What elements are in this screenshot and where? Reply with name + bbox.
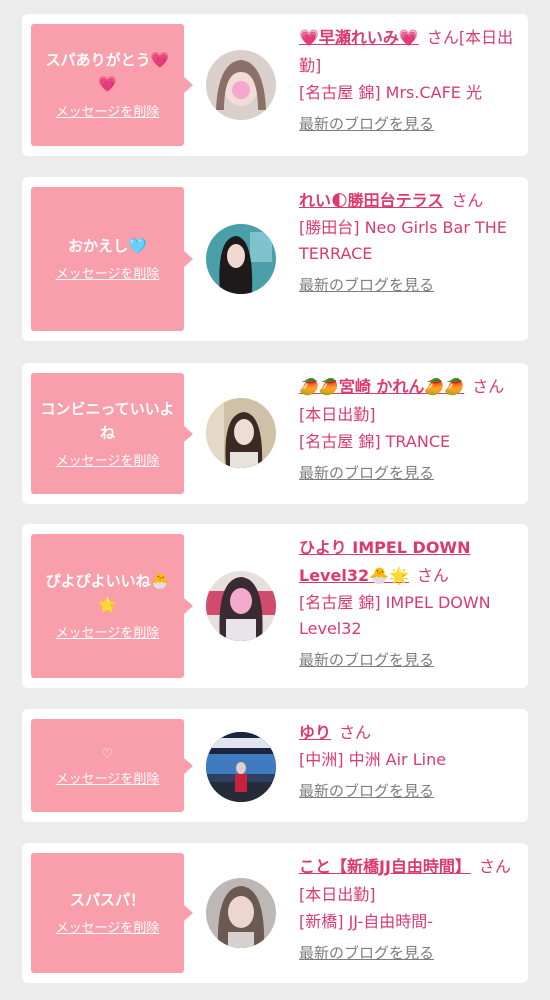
shop-location: [名古屋 錦] TRANCE (299, 432, 451, 451)
message-list: スパありがとう💗💗 メッセージを削除 💗早瀬れいみ💗 さん [本日出勤] [名古屋 … (0, 0, 550, 1000)
delete-message-link[interactable]: メッセージを削除 (56, 920, 160, 938)
message-bubble: コンビニっていいよね メッセージを削除 (31, 373, 193, 494)
message-card: おかえし🩵 メッセージを削除 れい🌓勝田台テラス さん [勝田台] Neo Gir… (22, 177, 528, 341)
avatar[interactable] (206, 398, 276, 468)
san-suffix: さん (478, 857, 511, 876)
message-text: コンビニっていいよね (40, 399, 175, 442)
message-text: スパスパ！ (69, 891, 145, 909)
photo-avatar-cafe-sign-icon (206, 571, 276, 641)
message-bubble: ♡ メッセージを削除 (31, 719, 193, 812)
cast-name-link[interactable]: こと【新橋JJ自由時間】 (299, 857, 471, 876)
san-suffix: さん (472, 377, 505, 396)
delete-message-link[interactable]: メッセージを削除 (56, 625, 160, 643)
message-bubble: ぴよぴよいいね🐣🌟 メッセージを削除 (31, 534, 193, 678)
shop-location: [勝田台] Neo Girls Bar THE TERRACE (299, 218, 507, 263)
message-bubble: スパありがとう💗💗 メッセージを削除 (31, 24, 193, 146)
delete-message-link[interactable]: メッセージを削除 (56, 453, 160, 471)
message-card: スパスパ！ メッセージを削除 こと【新橋JJ自由時間】 さん [本日出勤] [新橋]… (22, 843, 528, 983)
avatar[interactable] (206, 732, 276, 802)
message-text: ぴよぴよいいね🐣🌟 (45, 572, 170, 614)
message-bubble: スパスパ！ メッセージを削除 (31, 853, 193, 973)
latest-blog-link[interactable]: 最新のブログを見る (299, 650, 519, 670)
avatar[interactable] (206, 50, 276, 120)
photo-avatar-teal-icon (206, 224, 276, 294)
cast-info: れい🌓勝田台テラス さん [勝田台] Neo Girls Bar THE TERR… (299, 187, 519, 295)
photo-avatar-light-icon (206, 50, 276, 120)
shop-location: [中洲] 中洲 Air Line (299, 750, 447, 769)
delete-message-link[interactable]: メッセージを削除 (56, 266, 160, 284)
delete-message-link[interactable]: メッセージを削除 (56, 104, 160, 122)
message-card: ♡ メッセージを削除 ゆり さん [中洲] 中洲 Air Line 最新のブログを… (22, 709, 528, 822)
avatar[interactable] (206, 224, 276, 294)
latest-blog-link[interactable]: 最新のブログを見る (299, 463, 519, 483)
cast-name-link[interactable]: 💗早瀬れいみ💗 (299, 28, 419, 47)
cast-info: ゆり さん [中洲] 中洲 Air Line 最新のブログを見る (299, 719, 519, 801)
message-bubble: おかえし🩵 メッセージを削除 (31, 187, 193, 331)
photo-avatar-grey-icon (206, 878, 276, 948)
shop-location: [名古屋 錦] IMPEL DOWN Level32 (299, 593, 491, 638)
message-card: コンビニっていいよね メッセージを削除 🥭🥭宮崎 かれん🥭🥭 さん [本日出勤] [… (22, 363, 528, 504)
delete-message-link[interactable]: メッセージを削除 (56, 771, 160, 789)
latest-blog-link[interactable]: 最新のブログを見る (299, 114, 519, 134)
latest-blog-link[interactable]: 最新のブログを見る (299, 275, 519, 295)
shop-location: [新橋] JJ-自由時間- (299, 912, 433, 931)
shop-location: [名古屋 錦] Mrs.CAFE 光 (299, 83, 482, 102)
latest-blog-link[interactable]: 最新のブログを見る (299, 943, 519, 963)
message-card: スパありがとう💗💗 メッセージを削除 💗早瀬れいみ💗 さん[本日出勤] [名古屋 … (22, 14, 528, 156)
san-suffix: さん (426, 28, 459, 47)
photo-avatar-airline-stage-icon (206, 732, 276, 802)
cast-info: ひより IMPEL DOWN Level32🐣🌟 さん [名古屋 錦] IMPEL… (299, 534, 519, 670)
cast-info: 💗早瀬れいみ💗 さん[本日出勤] [名古屋 錦] Mrs.CAFE 光 最新のブロ… (299, 24, 519, 134)
cast-info: 🥭🥭宮崎 かれん🥭🥭 さん [本日出勤] [名古屋 錦] TRANCE 最新のブログ… (299, 373, 519, 483)
avatar[interactable] (206, 571, 276, 641)
message-text: スパありがとう💗💗 (45, 51, 170, 93)
san-suffix: さん (339, 723, 372, 742)
latest-blog-link[interactable]: 最新のブログを見る (299, 781, 519, 801)
message-card: ぴよぴよいいね🐣🌟 メッセージを削除 ひより IMPEL DOWN Level3… (22, 524, 528, 688)
today-tag: [本日出勤] (299, 885, 376, 904)
today-tag: [本日出勤] (299, 405, 376, 424)
san-suffix: さん (451, 191, 484, 210)
avatar[interactable] (206, 878, 276, 948)
message-text: おかえし🩵 (68, 237, 147, 255)
photo-avatar-beige-icon (206, 398, 276, 468)
message-text: ♡ (101, 746, 114, 762)
cast-name-link[interactable]: 🥭🥭宮崎 かれん🥭🥭 (299, 377, 464, 396)
san-suffix: さん (416, 566, 449, 585)
cast-name-link[interactable]: れい🌓勝田台テラス (299, 191, 443, 210)
cast-info: こと【新橋JJ自由時間】 さん [本日出勤] [新橋] JJ-自由時間- 最新のブロ… (299, 853, 519, 963)
cast-name-link[interactable]: ゆり (299, 723, 331, 742)
